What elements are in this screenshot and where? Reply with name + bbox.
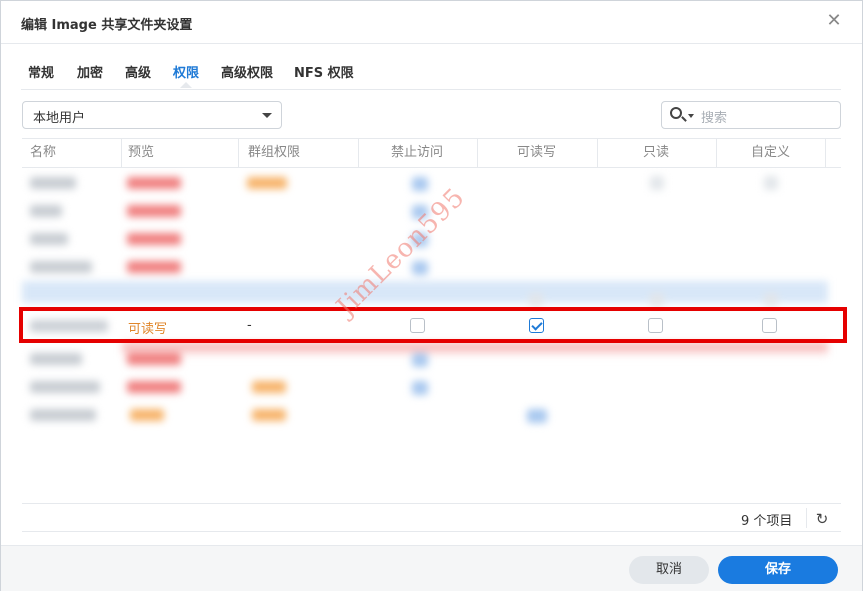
blurred-name bbox=[30, 261, 92, 273]
blurred-name bbox=[30, 353, 82, 365]
custom-checkbox[interactable] bbox=[762, 318, 777, 333]
blurred-group-permission bbox=[247, 177, 287, 189]
blurred-name bbox=[30, 409, 96, 421]
blurred-checkbox bbox=[412, 381, 428, 395]
table-row[interactable] bbox=[22, 253, 828, 281]
column-divider bbox=[716, 139, 717, 167]
deny-access-checkbox[interactable] bbox=[410, 318, 425, 333]
search-options-chevron-icon[interactable] bbox=[688, 114, 694, 118]
item-count: 9 个项目 bbox=[741, 514, 793, 529]
chevron-down-icon bbox=[262, 113, 272, 118]
tab-general[interactable]: 常规 bbox=[28, 62, 54, 81]
read-write-checkbox[interactable] bbox=[529, 318, 544, 333]
blurred-checkbox bbox=[412, 233, 428, 247]
column-divider bbox=[238, 139, 239, 167]
refresh-icon[interactable]: ↻ bbox=[813, 510, 831, 528]
blurred-rows-top bbox=[22, 167, 828, 312]
column-header-read-write[interactable]: 可读写 bbox=[517, 139, 556, 167]
table-row[interactable] bbox=[22, 169, 828, 197]
column-divider bbox=[121, 139, 122, 167]
table-scrollbar[interactable] bbox=[825, 166, 841, 428]
preview-permission: 可读写 bbox=[128, 322, 168, 337]
table-row[interactable] bbox=[22, 225, 828, 253]
blurred-checkbox bbox=[412, 205, 428, 219]
blurred-checkbox bbox=[529, 293, 543, 307]
footer-divider bbox=[22, 503, 841, 504]
tab-advanced[interactable]: 高级 bbox=[125, 62, 151, 81]
column-header-custom[interactable]: 自定义 bbox=[751, 139, 790, 167]
column-divider bbox=[358, 139, 359, 167]
column-header-read-only[interactable]: 只读 bbox=[643, 139, 669, 167]
column-divider bbox=[597, 139, 598, 167]
blurred-preview bbox=[127, 353, 181, 365]
table-row[interactable] bbox=[22, 197, 828, 225]
cancel-button[interactable]: 取消 bbox=[629, 556, 709, 584]
blurred-checkbox bbox=[650, 176, 664, 190]
search-box[interactable]: 搜索 bbox=[661, 101, 841, 129]
user-type-select[interactable]: 本地用户 bbox=[22, 101, 282, 129]
column-header-deny-access[interactable]: 禁止访问 bbox=[391, 139, 443, 167]
blurred-checkbox bbox=[650, 293, 664, 307]
blurred-checkbox bbox=[764, 293, 778, 307]
blurred-preview bbox=[127, 233, 181, 245]
footer-divider bbox=[22, 531, 841, 532]
dialog: 编辑 Image 共享文件夹设置 ✕ 常规 加密 高级 权限 高级权限 NFS … bbox=[0, 0, 863, 591]
blurred-group-permission bbox=[252, 381, 286, 393]
table-header: 名称 预览 群组权限 禁止访问 可读写 只读 自定义 bbox=[22, 138, 841, 168]
blurred-selected-row bbox=[22, 281, 828, 303]
column-header-group-permission[interactable]: 群组权限 bbox=[248, 139, 300, 167]
permissions-table: 名称 预览 群组权限 禁止访问 可读写 只读 自定义 可读写 - bbox=[22, 138, 841, 428]
column-header-name[interactable]: 名称 bbox=[30, 139, 56, 167]
read-only-checkbox[interactable] bbox=[648, 318, 663, 333]
dialog-title: 编辑 Image 共享文件夹设置 bbox=[21, 18, 193, 33]
blurred-checkbox bbox=[412, 261, 428, 275]
active-tab-indicator bbox=[180, 82, 192, 88]
blurred-preview bbox=[127, 261, 181, 273]
tab-permissions[interactable]: 权限 bbox=[173, 62, 199, 81]
table-row[interactable] bbox=[22, 401, 828, 429]
column-divider bbox=[825, 139, 826, 167]
blurred-checkbox bbox=[412, 177, 428, 191]
blurred-preview bbox=[127, 381, 181, 393]
tab-encryption[interactable]: 加密 bbox=[77, 62, 103, 81]
save-button[interactable]: 保存 bbox=[718, 556, 838, 584]
table-row[interactable] bbox=[22, 345, 828, 373]
blurred-preview bbox=[130, 409, 164, 421]
blurred-name bbox=[30, 233, 68, 245]
blurred-user-name bbox=[30, 320, 108, 332]
table-row[interactable] bbox=[22, 373, 828, 401]
tab-advanced-permissions[interactable]: 高级权限 bbox=[221, 62, 273, 81]
close-icon[interactable]: ✕ bbox=[824, 11, 844, 31]
blurred-preview bbox=[127, 177, 181, 189]
search-placeholder: 搜索 bbox=[701, 111, 728, 126]
dialog-button-bar: 取消 保存 bbox=[1, 545, 862, 591]
blurred-checkbox bbox=[527, 409, 547, 423]
highlighted-user-row[interactable]: 可读写 - bbox=[22, 312, 841, 340]
blurred-checkbox bbox=[764, 176, 778, 190]
dialog-titlebar: 编辑 Image 共享文件夹设置 ✕ bbox=[1, 1, 862, 44]
tab-nfs-permissions[interactable]: NFS 权限 bbox=[294, 62, 354, 81]
footer-separator bbox=[806, 508, 807, 528]
blurred-checkbox bbox=[412, 353, 428, 367]
group-permission-value: - bbox=[247, 318, 252, 333]
blurred-group-permission bbox=[252, 409, 286, 421]
search-icon bbox=[670, 107, 682, 119]
blurred-name bbox=[30, 205, 62, 217]
blurred-name bbox=[30, 381, 100, 393]
user-type-value: 本地用户 bbox=[33, 111, 86, 126]
tab-bar: 常规 加密 高级 权限 高级权限 NFS 权限 bbox=[21, 55, 841, 90]
blurred-preview bbox=[127, 205, 181, 217]
blurred-rows-bottom bbox=[22, 343, 828, 428]
column-divider bbox=[477, 139, 478, 167]
column-header-preview[interactable]: 预览 bbox=[128, 139, 154, 167]
blurred-name bbox=[30, 177, 76, 189]
